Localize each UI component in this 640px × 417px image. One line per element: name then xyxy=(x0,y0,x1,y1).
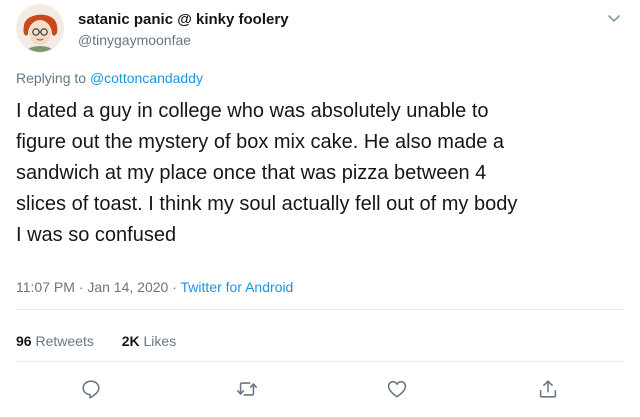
retweet-icon[interactable] xyxy=(236,378,258,400)
share-icon[interactable] xyxy=(537,378,559,400)
divider xyxy=(16,361,624,362)
chevron-down-icon[interactable] xyxy=(605,9,623,27)
action-bar xyxy=(0,378,640,404)
tweet-time[interactable]: 11:07 PM xyxy=(16,279,75,295)
tweet-stats: 96 Retweets 2K Likes xyxy=(16,333,200,349)
meta-separator: · xyxy=(74,279,88,295)
tweet-meta: 11:07 PM · Jan 14, 2020 · Twitter for An… xyxy=(16,279,293,295)
likes-stat[interactable]: 2K Likes xyxy=(122,333,176,349)
reply-prefix: Replying to xyxy=(16,70,87,86)
tweet-text: I dated a guy in college who was absolut… xyxy=(16,96,616,251)
tweet-text-line: I dated a guy in college who was absolut… xyxy=(16,100,489,122)
tweet-text-line: slices of toast. I think my soul actuall… xyxy=(16,193,518,215)
tweet-text-line: figure out the mystery of box mix cake. … xyxy=(16,131,504,153)
retweets-label: Retweets xyxy=(35,333,94,349)
display-name[interactable]: satanic panic @ kinky foolery xyxy=(78,11,289,28)
reply-icon[interactable] xyxy=(80,378,102,400)
retweets-count: 96 xyxy=(16,333,32,349)
tweet-source-link[interactable]: Twitter for Android xyxy=(181,279,294,295)
divider xyxy=(16,309,624,310)
tweet-date[interactable]: Jan 14, 2020 xyxy=(87,279,168,295)
avatar[interactable] xyxy=(16,4,64,52)
reply-mention-link[interactable]: @cottoncandaddy xyxy=(90,70,203,86)
likes-count: 2K xyxy=(121,333,140,349)
likes-label: Likes xyxy=(143,333,177,349)
user-handle[interactable]: @tinygaymoonfae xyxy=(78,32,191,48)
reply-context: Replying to @cottoncandaddy xyxy=(16,70,203,86)
tweet-card: satanic panic @ kinky foolery @tinygaymo… xyxy=(0,0,640,417)
avatar-illustration-icon xyxy=(16,4,64,52)
meta-separator: · xyxy=(168,279,181,295)
heart-icon[interactable] xyxy=(386,378,408,400)
tweet-text-line: sandwich at my place once that was pizza… xyxy=(16,162,487,184)
retweets-stat[interactable]: 96 Retweets xyxy=(16,333,98,349)
tweet-text-line: I was so confused xyxy=(16,224,177,246)
